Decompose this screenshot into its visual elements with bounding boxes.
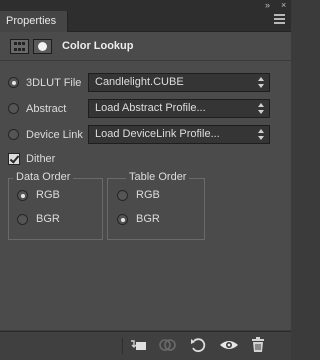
option-row-abstract: Abstract Load Abstract Profile... xyxy=(0,98,291,120)
data-order-legend: Data Order xyxy=(13,171,74,183)
table-order-radio-rgb[interactable] xyxy=(117,190,128,201)
label-dither: Dither xyxy=(26,153,56,165)
view-previous-state-icon[interactable] xyxy=(158,337,178,353)
select-value: Load Abstract Profile... xyxy=(95,102,206,114)
reset-icon[interactable] xyxy=(189,337,207,353)
radio-abstract[interactable] xyxy=(8,103,19,114)
mask-icon[interactable] xyxy=(33,39,52,54)
tab-bar: Properties xyxy=(0,11,291,32)
stepper-arrows-icon xyxy=(258,128,264,141)
bottom-toolbar xyxy=(0,331,291,360)
table-order-radio-bgr[interactable] xyxy=(117,214,128,225)
data-order-label-rgb: RGB xyxy=(36,189,60,201)
panel-header: Color Lookup xyxy=(0,32,291,61)
data-order-label-bgr: BGR xyxy=(36,213,60,225)
stepper-arrows-icon xyxy=(258,76,264,89)
adjustment-grid-icon[interactable] xyxy=(10,39,29,54)
panel-top-strip: » × xyxy=(0,0,291,11)
select-abstract-profile[interactable]: Load Abstract Profile... xyxy=(88,99,270,118)
visibility-eye-icon[interactable] xyxy=(218,337,240,353)
data-order-radio-rgb[interactable] xyxy=(17,190,28,201)
toolbar-separator xyxy=(122,338,123,354)
radio-device-link[interactable] xyxy=(8,129,19,140)
label-abstract: Abstract xyxy=(26,103,67,115)
select-value: Candlelight.CUBE xyxy=(95,76,184,88)
data-order-group: Data Order RGB BGR xyxy=(8,171,103,240)
select-3dlut-file[interactable]: Candlelight.CUBE xyxy=(88,73,270,92)
tab-properties[interactable]: Properties xyxy=(0,11,68,32)
data-order-radio-bgr[interactable] xyxy=(17,214,28,225)
panel-menu-icon[interactable] xyxy=(274,14,285,26)
clip-to-layer-icon[interactable] xyxy=(130,337,148,353)
adjustment-title: Color Lookup xyxy=(62,40,134,52)
dither-row: Dither xyxy=(0,149,291,171)
label-3dlut: 3DLUT File xyxy=(26,77,82,89)
properties-panel: Color Lookup 3DLUT File Candlelight.CUBE… xyxy=(0,32,291,330)
label-device-link: Device Link xyxy=(26,129,83,141)
table-order-group: Table Order RGB BGR xyxy=(107,171,205,240)
stepper-arrows-icon xyxy=(258,102,264,115)
double-chevron-right-icon[interactable]: » xyxy=(265,0,270,10)
select-device-link-profile[interactable]: Load DeviceLink Profile... xyxy=(88,125,270,144)
dither-checkbox[interactable] xyxy=(8,153,20,165)
table-order-label-bgr: BGR xyxy=(136,213,160,225)
tab-label: Properties xyxy=(6,15,57,27)
radio-3dlut[interactable] xyxy=(8,77,19,88)
select-value: Load DeviceLink Profile... xyxy=(95,128,220,140)
table-order-legend: Table Order xyxy=(126,171,190,183)
trash-icon[interactable] xyxy=(250,337,266,353)
option-row-device-link: Device Link Load DeviceLink Profile... xyxy=(0,124,291,146)
option-row-3dlut: 3DLUT File Candlelight.CUBE xyxy=(0,72,291,94)
close-icon[interactable]: × xyxy=(281,0,286,10)
table-order-label-rgb: RGB xyxy=(136,189,160,201)
